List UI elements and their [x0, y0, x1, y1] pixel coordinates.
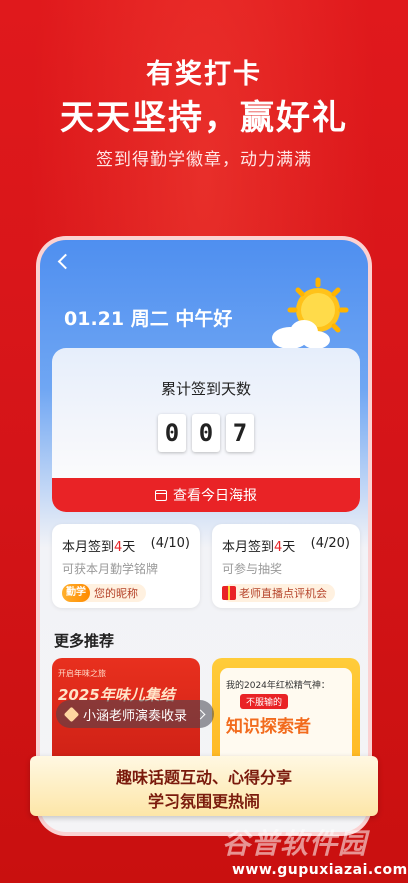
- task-title-prefix: 本月签到: [62, 540, 115, 555]
- monthly-task-card[interactable]: 本月签到4天 (4/10) 可获本月勤学铭牌 勤学 您的昵称: [52, 524, 200, 608]
- nameplate-badge: 勤学 您的昵称: [62, 584, 146, 602]
- site-watermark: 谷普软件园 www.gupuxiazai.com: [222, 822, 408, 882]
- task-description: 可参与抽奖: [222, 562, 283, 576]
- more-recommendations-heading: 更多推荐: [54, 632, 115, 650]
- toast-text: 小涵老师演奏收录: [83, 708, 188, 724]
- streak-label: 累计签到天数: [160, 380, 251, 398]
- rec-caption: 我的2024年红松精气神：: [226, 681, 330, 691]
- chevron-right-icon: [195, 709, 206, 719]
- task-title-suffix: 天: [122, 540, 136, 555]
- app-screen: 01.21 周二 中午好 累计签到天数 0 0 7 查看今日海报 本月签到4天 …: [40, 240, 368, 832]
- task-title: 本月签到4天: [62, 536, 135, 555]
- task-title-prefix: 本月签到: [222, 540, 275, 555]
- lottery-task-card[interactable]: 本月签到4天 (4/20) 可参与抽奖 老师直播点评机会: [212, 524, 360, 608]
- calendar-icon: [155, 489, 167, 501]
- badge-text: 您的昵称: [94, 587, 138, 600]
- feature-banner: 趣味话题互动、心得分享 学习氛围更热闹: [30, 756, 378, 816]
- rec-tag: 不服输的: [240, 694, 289, 709]
- streak-digit: 0: [192, 414, 220, 452]
- streak-digit: 0: [158, 414, 186, 452]
- watermark-logo: 谷普软件园: [222, 827, 368, 860]
- streak-card: 累计签到天数 0 0 7 查看今日海报: [52, 348, 360, 512]
- view-poster-button[interactable]: 查看今日海报: [52, 478, 360, 512]
- streak-counter: 0 0 7: [52, 414, 360, 452]
- phone-mockup: 01.21 周二 中午好 累计签到天数 0 0 7 查看今日海报 本月签到4天 …: [36, 236, 372, 836]
- banner-line-2: 学习氛围更热闹: [147, 792, 260, 811]
- sun-cloud-icon: [272, 277, 349, 349]
- task-title-suffix: 天: [282, 540, 296, 555]
- banner-line-1: 趣味话题互动、心得分享: [115, 768, 292, 787]
- promo-title: 有奖打卡: [146, 59, 262, 90]
- promo-headline: 天天坚持，赢好礼: [60, 98, 348, 138]
- medal-icon: 勤学: [62, 584, 90, 602]
- chevron-left-icon[interactable]: [57, 253, 74, 270]
- streak-digit: 7: [226, 414, 254, 452]
- rec-headline: 知识探索者: [226, 717, 311, 737]
- task-title: 本月签到4天: [222, 536, 295, 555]
- badge-text: 老师直播点评机会: [239, 587, 327, 600]
- reward-badge: 老师直播点评机会: [222, 584, 335, 602]
- recording-toast[interactable]: 小涵老师演奏收录: [56, 700, 215, 728]
- task-progress: (4/20): [310, 536, 350, 551]
- rec-tag: 开启年味之旅: [58, 669, 106, 678]
- task-description: 可获本月勤学铭牌: [62, 562, 159, 576]
- promo-subtitle: 签到得勤学徽章，动力满满: [96, 150, 312, 170]
- date-greeting: 01.21 周二 中午好: [64, 308, 233, 330]
- view-poster-label: 查看今日海报: [173, 488, 257, 504]
- gift-icon: [222, 586, 236, 600]
- layers-icon: [63, 706, 80, 722]
- task-progress: (4/10): [150, 536, 190, 551]
- watermark-url: www.gupuxiazai.com: [232, 862, 408, 878]
